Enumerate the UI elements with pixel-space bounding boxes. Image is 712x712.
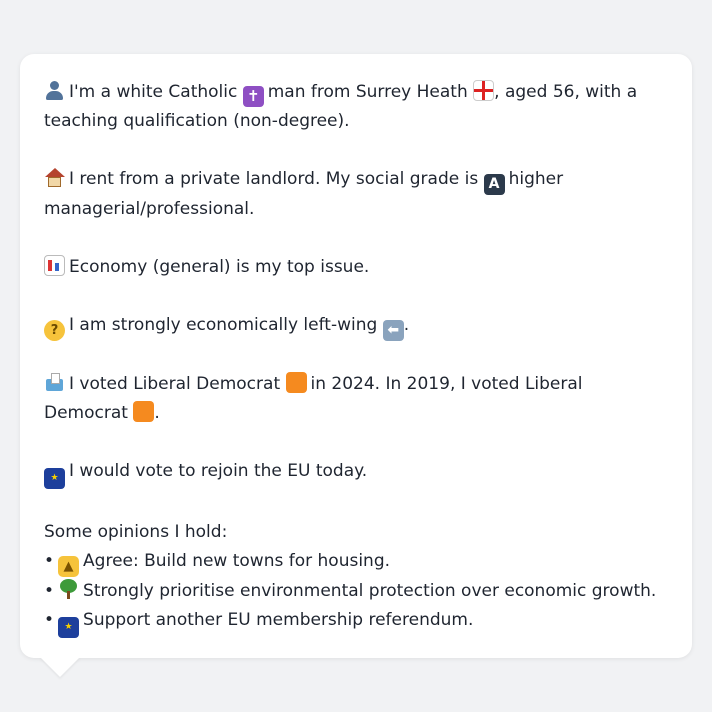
england-flag-icon: [473, 80, 495, 101]
eu-paragraph: ★ I would vote to rejoin the EU today.: [44, 457, 668, 489]
letter-a-icon: A: [483, 174, 505, 195]
speech-bubble-tail: [40, 657, 80, 677]
economics-trailing: .: [403, 315, 410, 335]
voting-trailing: .: [154, 403, 160, 423]
issue-text: Economy (general) is my top issue.: [69, 257, 370, 277]
eu-flag-icon: ★: [58, 617, 80, 638]
housing-paragraph: I rent from a private landlord. My socia…: [44, 165, 668, 224]
opinion-text: Support another EU membership referendum…: [83, 610, 474, 630]
bullet: •: [44, 551, 55, 571]
thumbs-up-icon: ▲: [58, 556, 80, 577]
left-arrow-icon: ⬅: [382, 320, 404, 341]
opinions-heading: Some opinions I hold:: [44, 522, 228, 542]
identity-text-2: man from Surrey Heath: [267, 82, 468, 102]
tree-icon: [58, 579, 79, 600]
opinion-text: Strongly prioritise environmental protec…: [83, 581, 657, 601]
list-item: • ▲ Agree: Build new towns for housing.: [44, 547, 668, 577]
list-item: • ★ Support another EU membership referend…: [44, 606, 668, 638]
opinions-section: Some opinions I hold: • ▲ Agree: Build new…: [44, 518, 668, 638]
orange-square-icon: [285, 372, 307, 393]
identity-paragraph: I'm a white Catholic ✝ man from Surrey He…: [44, 78, 668, 136]
thinking-face-icon: ?: [44, 320, 65, 341]
person-icon: [44, 80, 65, 101]
eu-flag-icon: ★: [44, 468, 65, 489]
chart-icon: [44, 255, 65, 276]
opinion-text: Agree: Build new towns for housing.: [83, 551, 391, 571]
identity-text-1: I'm a white Catholic: [69, 82, 238, 102]
economics-paragraph: ? I am strongly economically left-wing ⬅.: [44, 311, 668, 341]
economics-text: I am strongly economically left-wing: [69, 315, 378, 335]
latin-cross-icon: ✝: [242, 86, 264, 107]
ballot-box-icon: [44, 372, 65, 393]
orange-square-icon: [133, 401, 155, 422]
bullet: •: [44, 610, 55, 630]
voting-text-1: I voted Liberal Democrat: [69, 374, 281, 394]
housing-text-1: I rent from a private landlord. My socia…: [69, 169, 479, 189]
voting-paragraph: I voted Liberal Democrat in 2024. In 201…: [44, 370, 668, 428]
eu-text: I would vote to rejoin the EU today.: [69, 461, 368, 481]
issue-paragraph: Economy (general) is my top issue.: [44, 253, 668, 282]
bullet: •: [44, 581, 55, 601]
list-item: • Strongly prioritise environmental prote…: [44, 577, 668, 606]
house-icon: [44, 167, 65, 188]
chat-message-bubble: I'm a white Catholic ✝ man from Surrey He…: [20, 54, 692, 658]
